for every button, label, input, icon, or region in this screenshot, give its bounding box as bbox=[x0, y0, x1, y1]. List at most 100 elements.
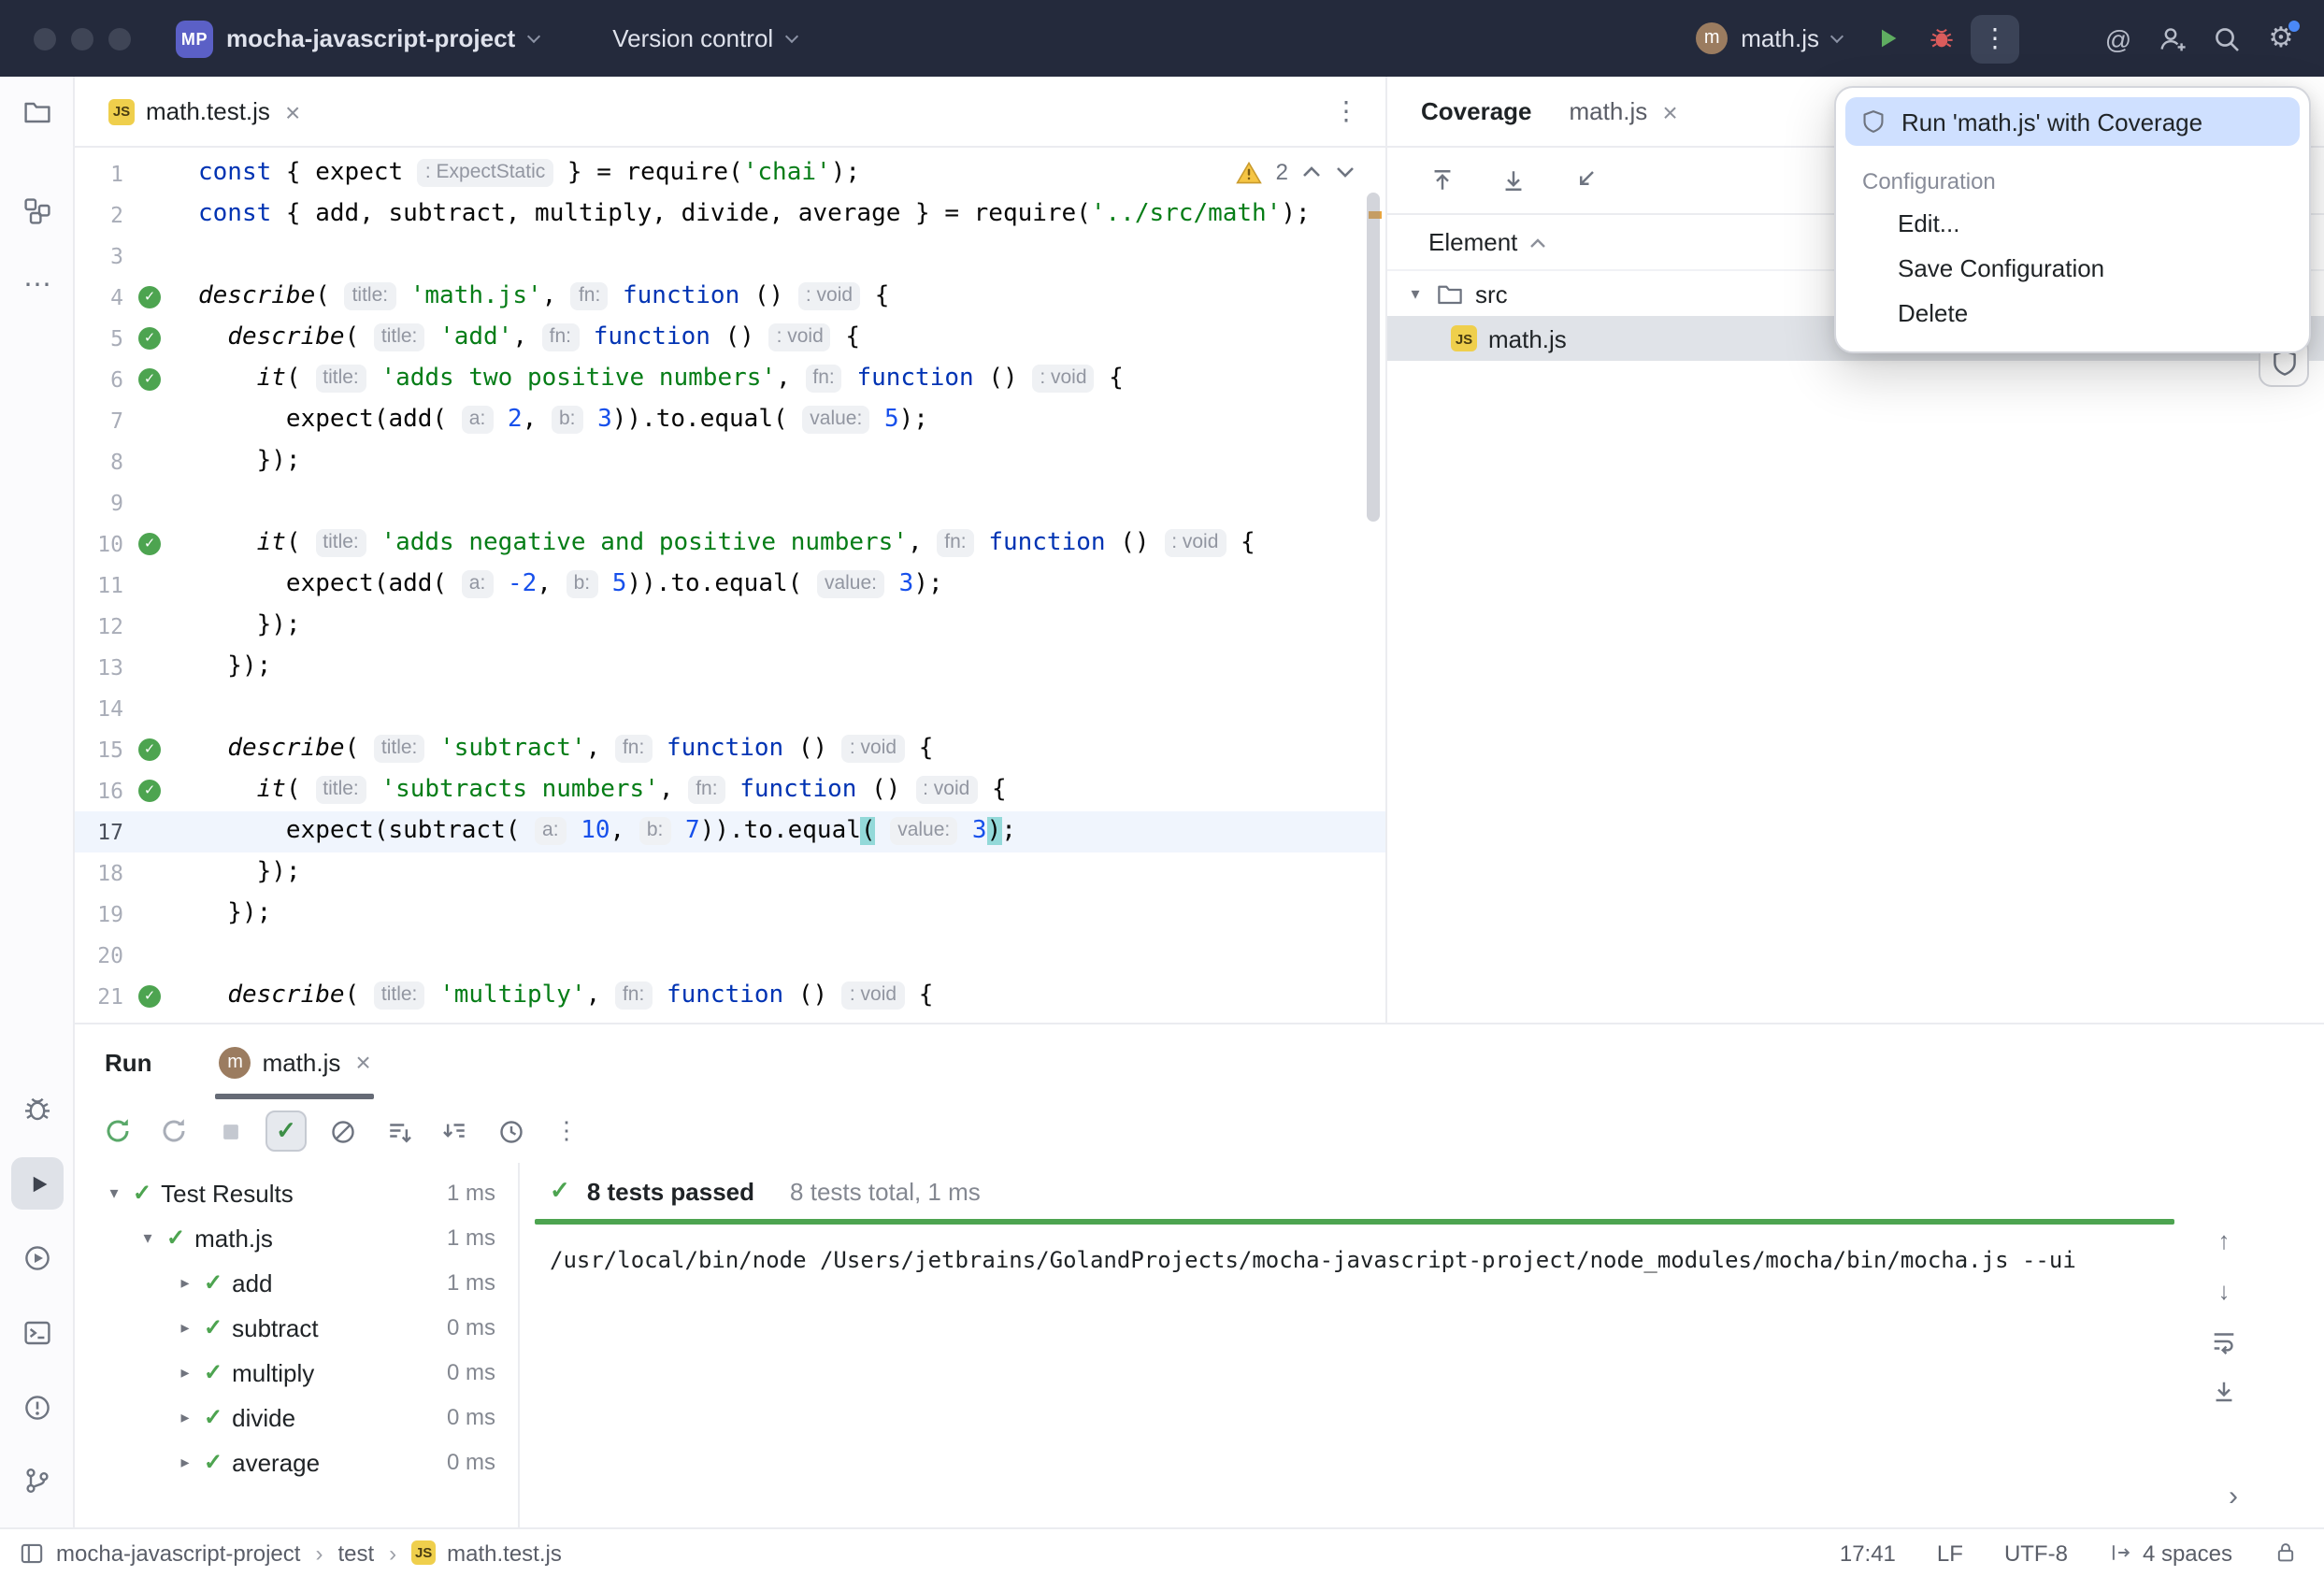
encoding-widget[interactable]: UTF-8 bbox=[2004, 1540, 2068, 1566]
breadcrumb-folder[interactable]: test bbox=[337, 1540, 374, 1566]
import-test-results-button[interactable] bbox=[434, 1110, 475, 1152]
more-run-actions-button[interactable]: ⋮ bbox=[1971, 14, 2019, 63]
gutter[interactable]: ✓ bbox=[123, 976, 176, 1017]
gutter[interactable] bbox=[123, 606, 176, 647]
line-number[interactable]: 17 bbox=[75, 811, 123, 852]
settings-button[interactable]: ⚙ bbox=[2257, 14, 2305, 63]
line-number[interactable]: 6 bbox=[75, 359, 123, 400]
line-number[interactable]: 1 bbox=[75, 153, 123, 194]
gutter[interactable] bbox=[123, 647, 176, 688]
vcs-widget[interactable]: Version control bbox=[597, 17, 811, 60]
code-line-7[interactable]: 7 expect(add( a: 2, b: 3)).to.equal( val… bbox=[75, 400, 1385, 441]
test-tree-item-multiply[interactable]: ▸✓multiply0 ms bbox=[75, 1350, 518, 1395]
code-line-19[interactable]: 19 }); bbox=[75, 894, 1385, 935]
show-ignored-toggle[interactable] bbox=[322, 1110, 363, 1152]
line-number[interactable]: 12 bbox=[75, 606, 123, 647]
chevron-down-icon[interactable]: ▾ bbox=[138, 1227, 157, 1248]
test-history-button[interactable] bbox=[490, 1110, 531, 1152]
more-options-button[interactable]: ⋮ bbox=[546, 1110, 587, 1152]
popup-item-run-with-coverage[interactable]: Run 'math.js' with Coverage bbox=[1845, 97, 2300, 146]
window-close-button[interactable] bbox=[34, 27, 56, 50]
chevron-right-icon[interactable]: ▸ bbox=[176, 1272, 194, 1293]
gutter[interactable] bbox=[123, 935, 176, 976]
tab-options-icon[interactable]: ⋮ bbox=[1333, 95, 1367, 127]
soft-wrap-icon[interactable] bbox=[2210, 1327, 2238, 1355]
test-tree-item-test-results[interactable]: ▾✓Test Results1 ms bbox=[75, 1170, 518, 1215]
line-number[interactable]: 4 bbox=[75, 277, 123, 318]
close-icon[interactable]: × bbox=[1662, 98, 1677, 124]
code-line-18[interactable]: 18 }); bbox=[75, 852, 1385, 894]
ai-assistant-button[interactable]: @ bbox=[2094, 14, 2143, 63]
test-tree-item-subtract[interactable]: ▸✓subtract0 ms bbox=[75, 1305, 518, 1350]
gutter[interactable] bbox=[123, 852, 176, 894]
chevron-down-icon[interactable]: ▾ bbox=[105, 1182, 123, 1203]
scrollbar-thumb[interactable] bbox=[1367, 193, 1380, 522]
test-tree-item-average[interactable]: ▸✓average0 ms bbox=[75, 1440, 518, 1484]
line-number[interactable]: 5 bbox=[75, 318, 123, 359]
test-passed-gutter-icon[interactable]: ✓ bbox=[138, 533, 161, 555]
line-number[interactable]: 14 bbox=[75, 688, 123, 729]
line-number[interactable]: 11 bbox=[75, 565, 123, 606]
code-line-1[interactable]: 1const { expect : ExpectStatic } = requi… bbox=[75, 153, 1385, 194]
gutter[interactable] bbox=[123, 482, 176, 523]
up-arrow-icon[interactable]: ↑ bbox=[2218, 1226, 2231, 1254]
run-tab-math-js[interactable]: m math.js × bbox=[208, 1024, 382, 1099]
code-line-10[interactable]: 10✓ it( title: 'adds negative and positi… bbox=[75, 523, 1385, 565]
chevron-down-icon[interactable]: ▾ bbox=[1406, 283, 1425, 304]
more-tool-windows-button[interactable]: ⋯ bbox=[11, 258, 64, 310]
caret-position-widget[interactable]: 17:41 bbox=[1840, 1540, 1896, 1566]
tab-coverage-file[interactable]: math.js × bbox=[1570, 97, 1678, 125]
gutter[interactable] bbox=[123, 441, 176, 482]
chevron-right-icon[interactable]: ▸ bbox=[176, 1362, 194, 1383]
test-console[interactable]: ✓ 8 tests passed 8 tests total, 1 ms /us… bbox=[520, 1163, 2324, 1527]
test-passed-gutter-icon[interactable]: ✓ bbox=[138, 985, 161, 1008]
gutter[interactable] bbox=[123, 236, 176, 277]
window-zoom-button[interactable] bbox=[108, 27, 131, 50]
scroll-to-top-icon[interactable] bbox=[1421, 160, 1462, 201]
code-line-11[interactable]: 11 expect(add( a: -2, b: 5)).to.equal( v… bbox=[75, 565, 1385, 606]
rerun-button[interactable] bbox=[97, 1110, 138, 1152]
popup-item-save-configuration[interactable]: Save Configuration bbox=[1845, 245, 2300, 290]
line-number[interactable]: 13 bbox=[75, 647, 123, 688]
gutter[interactable]: ✓ bbox=[123, 359, 176, 400]
editor-tab-math-test-js[interactable]: JS math.test.js × bbox=[93, 77, 315, 146]
window-minimize-button[interactable] bbox=[71, 27, 93, 50]
line-number[interactable]: 3 bbox=[75, 236, 123, 277]
sort-by-duration-button[interactable] bbox=[378, 1110, 419, 1152]
line-number[interactable]: 15 bbox=[75, 729, 123, 770]
next-problem-icon[interactable] bbox=[1335, 165, 1356, 179]
line-number[interactable]: 16 bbox=[75, 770, 123, 811]
code-line-17[interactable]: 17 expect(subtract( a: 10, b: 7)).to.equ… bbox=[75, 811, 1385, 852]
scroll-to-end-icon[interactable] bbox=[2210, 1378, 2238, 1406]
close-icon[interactable]: × bbox=[355, 1049, 370, 1075]
code-line-3[interactable]: 3 bbox=[75, 236, 1385, 277]
test-tree-item-math-js[interactable]: ▾✓math.js1 ms bbox=[75, 1215, 518, 1260]
test-passed-gutter-icon[interactable]: ✓ bbox=[138, 286, 161, 308]
code-line-6[interactable]: 6✓ it( title: 'adds two positive numbers… bbox=[75, 359, 1385, 400]
code-line-20[interactable]: 20 bbox=[75, 935, 1385, 976]
version-control-tool-button[interactable] bbox=[11, 1454, 64, 1507]
gutter[interactable] bbox=[123, 153, 176, 194]
structure-tool-button[interactable] bbox=[11, 185, 64, 237]
stop-button[interactable] bbox=[209, 1110, 251, 1152]
add-user-button[interactable] bbox=[2148, 14, 2197, 63]
debug-tool-button[interactable] bbox=[11, 1082, 64, 1135]
test-tree-item-add[interactable]: ▸✓add1 ms bbox=[75, 1260, 518, 1305]
project-tool-button[interactable] bbox=[11, 86, 64, 138]
code-line-12[interactable]: 12 }); bbox=[75, 606, 1385, 647]
code-line-14[interactable]: 14 bbox=[75, 688, 1385, 729]
line-number[interactable]: 8 bbox=[75, 441, 123, 482]
code-line-8[interactable]: 8 }); bbox=[75, 441, 1385, 482]
tool-window-widget-icon[interactable] bbox=[19, 1540, 45, 1566]
code-line-13[interactable]: 13 }); bbox=[75, 647, 1385, 688]
code-line-5[interactable]: 5✓ describe( title: 'add', fn: function … bbox=[75, 318, 1385, 359]
line-number[interactable]: 19 bbox=[75, 894, 123, 935]
line-number[interactable]: 20 bbox=[75, 935, 123, 976]
line-number[interactable]: 18 bbox=[75, 852, 123, 894]
gutter[interactable]: ✓ bbox=[123, 318, 176, 359]
down-arrow-icon[interactable]: ↓ bbox=[2218, 1277, 2231, 1305]
gutter[interactable] bbox=[123, 194, 176, 236]
prev-problem-icon[interactable] bbox=[1301, 165, 1322, 179]
code-line-16[interactable]: 16✓ it( title: 'subtracts numbers', fn: … bbox=[75, 770, 1385, 811]
chevron-right-icon[interactable]: ▸ bbox=[176, 1407, 194, 1427]
